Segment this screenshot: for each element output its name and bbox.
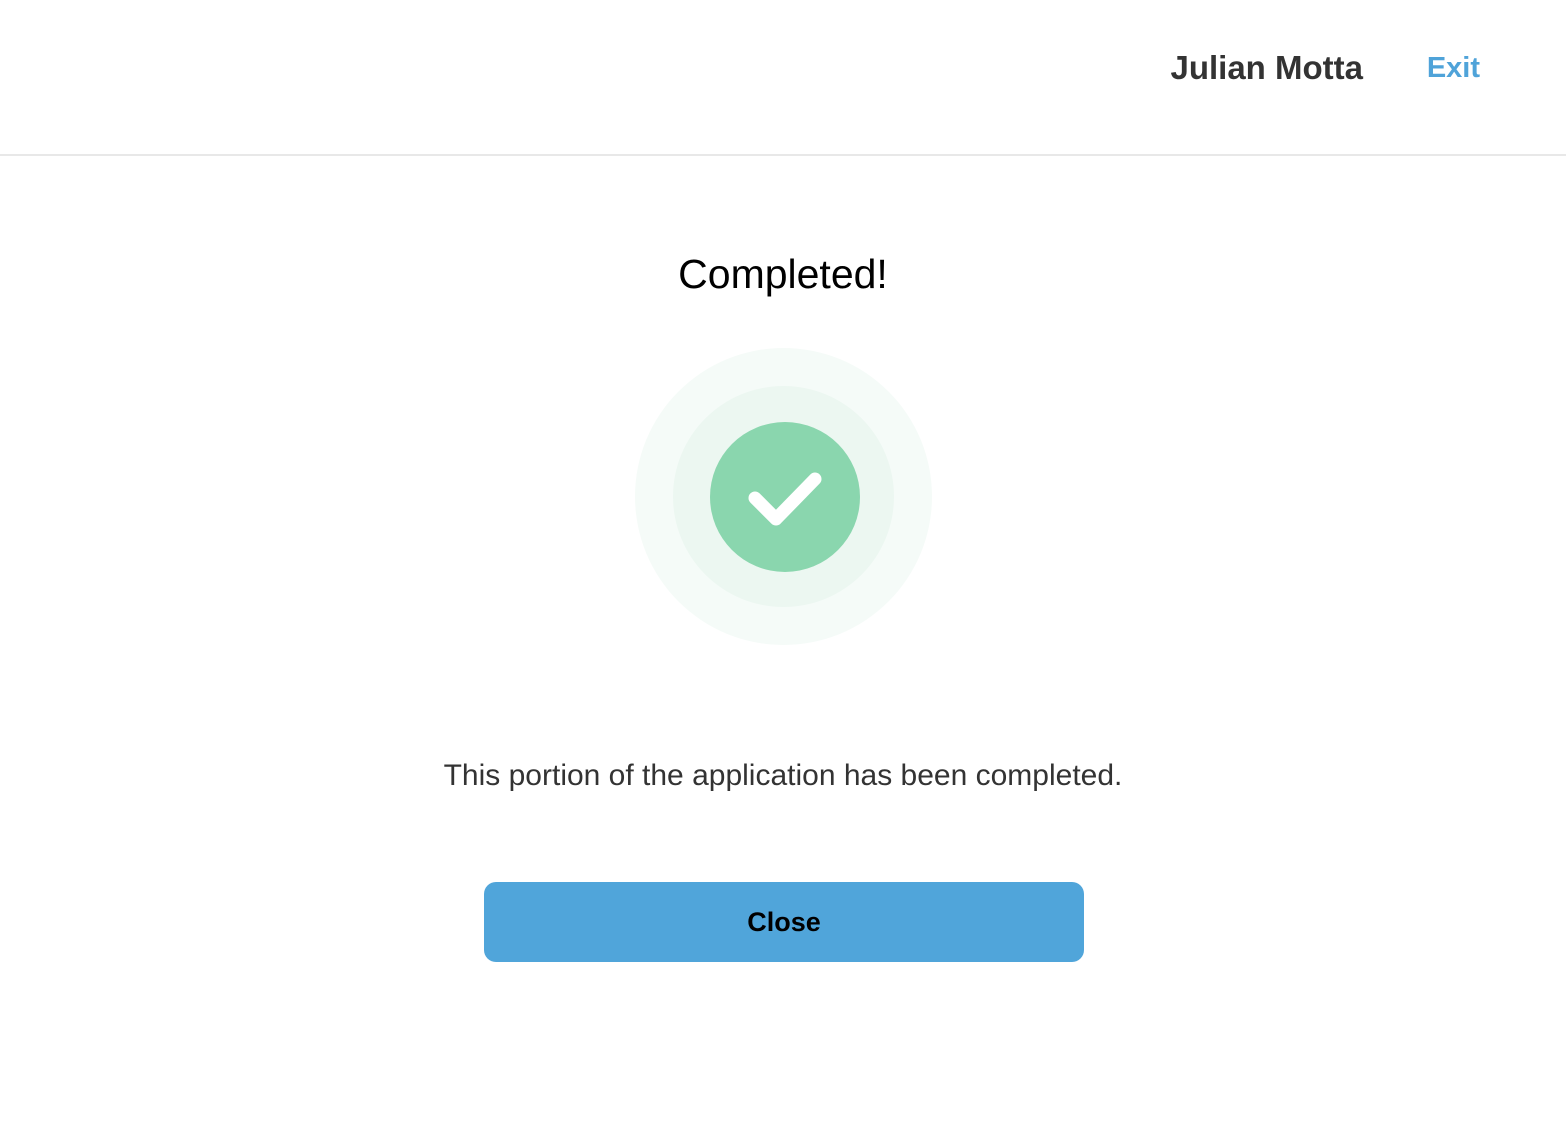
page-title: Completed!: [678, 251, 888, 297]
close-button[interactable]: Close: [484, 882, 1084, 962]
exit-link[interactable]: Exit: [1427, 48, 1480, 88]
completion-message: This portion of the application has been…: [443, 759, 1123, 792]
check-circle-icon: [710, 422, 860, 572]
top-bar: Julian Motta Exit: [0, 0, 1566, 156]
success-graphic: [635, 348, 932, 645]
checkmark-icon: [748, 472, 822, 526]
user-name: Julian Motta: [1170, 49, 1363, 86]
